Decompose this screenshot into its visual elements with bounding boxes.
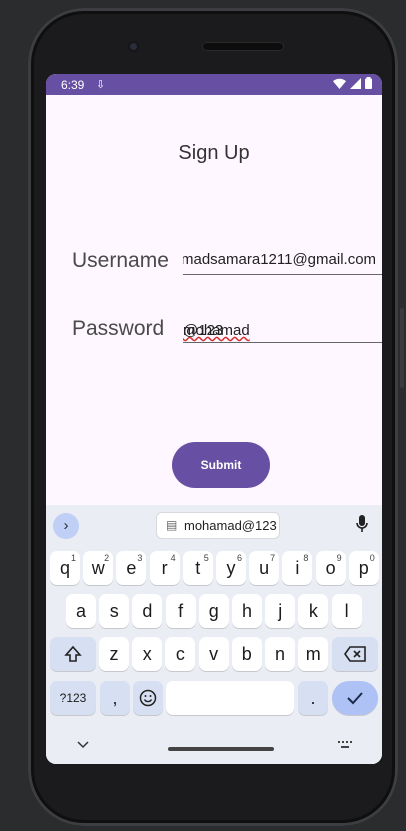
chevron-down-icon[interactable] <box>77 741 89 749</box>
key-a[interactable]: a <box>66 594 96 628</box>
key-hint: 8 <box>303 553 309 563</box>
key-hint: 6 <box>236 553 242 563</box>
space-key[interactable] <box>166 681 294 715</box>
key-hint: 3 <box>137 553 143 563</box>
key-l[interactable]: l <box>331 594 362 628</box>
chevron-right-icon[interactable]: › <box>53 513 79 539</box>
key-hint: 2 <box>104 553 110 563</box>
key-hint: 5 <box>203 553 209 563</box>
key-s[interactable]: s <box>99 594 130 628</box>
key-hint: 1 <box>70 553 76 563</box>
key-v[interactable]: v <box>198 637 229 671</box>
key-hint: 4 <box>170 553 176 563</box>
status-icons <box>333 77 372 89</box>
key-hint: 9 <box>336 553 342 563</box>
signal-icon <box>350 77 361 89</box>
soft-keyboard: › ▤ mohamad@123 q1w2e3r4t5y6u7i8o9p0 asd… <box>46 505 382 764</box>
key-i[interactable]: i8 <box>282 551 313 585</box>
symbols-key[interactable]: ?123 <box>50 681 96 715</box>
key-label: y <box>226 558 236 578</box>
checkmark-icon <box>347 692 363 705</box>
backspace-icon <box>344 646 366 662</box>
status-time: 6:39 <box>61 78 85 92</box>
key-k[interactable]: k <box>298 594 329 628</box>
key-h[interactable]: h <box>232 594 262 628</box>
keyboard-icon[interactable] <box>338 741 352 749</box>
key-d[interactable]: d <box>132 594 163 628</box>
key-label: o <box>325 558 336 578</box>
clipboard-icon: ▤ <box>166 518 178 532</box>
key-c[interactable]: c <box>165 637 196 671</box>
key-r[interactable]: r4 <box>149 551 180 585</box>
wifi-icon <box>333 78 346 89</box>
key-p[interactable]: p0 <box>348 551 379 585</box>
username-value: madsamara1211@gmail.com <box>183 251 377 268</box>
key-g[interactable]: g <box>198 594 229 628</box>
key-f[interactable]: f <box>165 594 196 628</box>
key-label: w <box>91 558 105 578</box>
emoji-key[interactable] <box>133 681 163 715</box>
key-hint: 0 <box>369 553 375 563</box>
app-screen: 6:39 ⇩ Sign Up Username madsamara1211@gm… <box>46 74 382 764</box>
key-z[interactable]: z <box>99 637 129 671</box>
download-icon: ⇩ <box>96 79 106 91</box>
microphone-icon[interactable] <box>356 515 368 533</box>
key-y[interactable]: y6 <box>216 551 246 585</box>
key-label: p <box>358 558 369 578</box>
key-w[interactable]: w2 <box>83 551 114 585</box>
battery-icon <box>365 77 372 89</box>
submit-button[interactable]: Submit <box>172 442 270 488</box>
key-t[interactable]: t5 <box>182 551 213 585</box>
navigation-bar <box>46 731 382 764</box>
key-label: i <box>295 558 300 578</box>
key-q[interactable]: q1 <box>50 551 80 585</box>
key-m[interactable]: m <box>298 637 329 671</box>
emoji-icon <box>139 689 157 707</box>
shift-icon <box>64 645 82 662</box>
key-e[interactable]: e3 <box>116 551 147 585</box>
password-value-rest: @123 <box>183 322 224 339</box>
key-label: r <box>161 558 168 578</box>
backspace-key[interactable] <box>332 637 378 671</box>
username-field[interactable]: madsamara1211@gmail.com <box>183 248 382 275</box>
password-label: Password <box>72 317 165 340</box>
key-b[interactable]: b <box>231 637 262 671</box>
shift-key[interactable] <box>50 637 96 671</box>
front-camera <box>128 41 139 52</box>
clipboard-suggestion-text: mohamad@123 <box>184 518 277 533</box>
password-field[interactable]: mohamad @123 <box>183 316 382 343</box>
clipboard-suggestion-chip[interactable]: ▤ mohamad@123 <box>156 512 280 539</box>
period-key[interactable]: . <box>298 681 328 715</box>
enter-key[interactable] <box>332 681 378 715</box>
key-x[interactable]: x <box>132 637 163 671</box>
username-label: Username <box>72 249 169 272</box>
status-bar: 6:39 ⇩ <box>46 74 382 95</box>
key-hint: 7 <box>270 553 276 563</box>
key-label: t <box>195 558 201 578</box>
earpiece-speaker <box>202 42 284 51</box>
page-title: Sign Up <box>178 142 250 164</box>
home-gesture-pill[interactable] <box>168 747 274 751</box>
key-u[interactable]: u7 <box>249 551 280 585</box>
key-n[interactable]: n <box>265 637 295 671</box>
suggestion-strip: › ▤ mohamad@123 <box>46 505 382 545</box>
comma-key[interactable]: , <box>100 681 130 715</box>
key-label: u <box>259 558 270 578</box>
key-label: q <box>59 558 70 578</box>
key-j[interactable]: j <box>265 594 296 628</box>
key-label: e <box>126 558 137 578</box>
key-o[interactable]: o9 <box>315 551 346 585</box>
